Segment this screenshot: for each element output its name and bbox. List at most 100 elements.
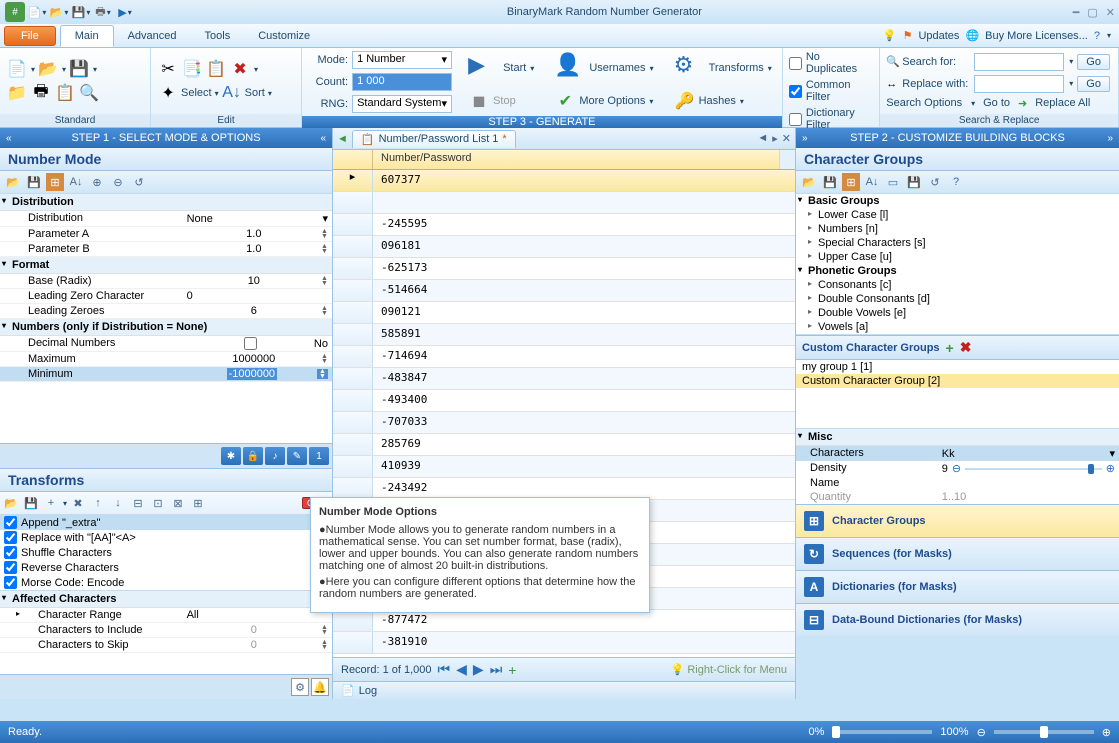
- cat-distribution[interactable]: Distribution: [0, 194, 332, 211]
- chars-skip-input[interactable]: 0▲▼: [183, 638, 332, 652]
- search-input[interactable]: [974, 53, 1064, 71]
- custom-group-item[interactable]: my group 1 [1]: [796, 360, 1119, 374]
- search-go-button[interactable]: Go: [1077, 54, 1110, 70]
- replace-input[interactable]: [974, 75, 1064, 93]
- nav-first-icon[interactable]: ⏮: [438, 661, 451, 678]
- zoom-out-icon[interactable]: ⊖: [977, 726, 986, 739]
- chars-include-input[interactable]: 0▲▼: [183, 623, 332, 637]
- tb-collapse-icon[interactable]: ⊖: [109, 173, 127, 191]
- cat-affected[interactable]: Affected Characters: [0, 591, 332, 608]
- start-button[interactable]: Start: [503, 62, 526, 74]
- cat-misc[interactable]: Misc: [796, 429, 1119, 446]
- name-input[interactable]: [942, 477, 1115, 489]
- tree-item[interactable]: Numbers [n]: [796, 222, 1119, 236]
- tree-item[interactable]: Vowels [a]: [796, 320, 1119, 334]
- buy-link[interactable]: Buy More Licenses...: [985, 30, 1088, 42]
- table-row[interactable]: -483847: [333, 368, 795, 390]
- tree-phonetic[interactable]: Phonetic Groups: [796, 264, 1119, 278]
- gear-icon[interactable]: ⚙: [291, 678, 309, 696]
- log-bar[interactable]: 📄Log: [333, 681, 795, 699]
- print-icon[interactable]: 🖶: [30, 82, 52, 104]
- density-input[interactable]: 9 ⊖⊕: [942, 462, 1115, 475]
- tab-list1[interactable]: 📋Number/Password List 1*: [352, 130, 516, 148]
- rt-disk-icon[interactable]: 💾: [905, 173, 923, 191]
- leading-zeroes-input[interactable]: 6▲▼: [183, 304, 332, 318]
- nav-prev-icon[interactable]: ◀: [456, 661, 467, 678]
- sort-icon[interactable]: A↓: [221, 82, 243, 104]
- save-icon[interactable]: 💾: [68, 58, 90, 80]
- nav-last-icon[interactable]: ⏭: [490, 661, 503, 678]
- tt-i1-icon[interactable]: ⊟: [129, 494, 147, 512]
- distribution-select[interactable]: None▾: [183, 211, 332, 226]
- rt-save-icon[interactable]: 💾: [821, 173, 839, 191]
- footer-btn-note[interactable]: ♪: [265, 447, 285, 465]
- grid-corner[interactable]: [333, 150, 373, 169]
- qat-open-icon[interactable]: 📂▾: [49, 2, 69, 22]
- param-b-input[interactable]: 1.0▲▼: [183, 242, 332, 256]
- leading-zero-char-input[interactable]: 0: [183, 289, 332, 303]
- maximize-icon[interactable]: ▢: [1087, 6, 1097, 19]
- tb-cat-icon[interactable]: ⊞: [46, 173, 64, 191]
- table-row[interactable]: -245595: [333, 214, 795, 236]
- table-row[interactable]: -493400: [333, 390, 795, 412]
- table-row[interactable]: 585891: [333, 324, 795, 346]
- rt-sort-icon[interactable]: A↓: [863, 173, 881, 191]
- acc-char-groups[interactable]: ⊞Character Groups: [796, 504, 1119, 537]
- tab-left-icon[interactable]: ◄: [337, 133, 348, 145]
- tt-i3-icon[interactable]: ⊠: [169, 494, 187, 512]
- open-icon[interactable]: 📂: [37, 58, 59, 80]
- tree-item[interactable]: Special Characters [s]: [796, 236, 1119, 250]
- footer-btn-star[interactable]: ✱: [221, 447, 241, 465]
- bell-icon[interactable]: 🔔: [311, 678, 329, 696]
- new-icon[interactable]: 📄: [6, 58, 28, 80]
- tt-i2-icon[interactable]: ⊡: [149, 494, 167, 512]
- transforms-button[interactable]: Transforms: [709, 62, 764, 74]
- stop-button[interactable]: Stop: [493, 95, 516, 107]
- zoom-in-icon[interactable]: ⊕: [1102, 726, 1111, 739]
- footer-btn-lock[interactable]: 🔒: [243, 447, 263, 465]
- zoom-slider[interactable]: [994, 730, 1094, 734]
- acc-databound[interactable]: ⊟Data-Bound Dictionaries (for Masks): [796, 603, 1119, 636]
- cat-format[interactable]: Format: [0, 257, 332, 274]
- tab-next-icon[interactable]: ▸: [772, 132, 778, 145]
- trans-item[interactable]: Shuffle Characters: [0, 545, 332, 560]
- common-filter-check[interactable]: [789, 85, 802, 98]
- rt-reset-icon[interactable]: ↺: [926, 173, 944, 191]
- tree-item[interactable]: Double Consonants [d]: [796, 292, 1119, 306]
- cursor-icon[interactable]: ✦: [157, 82, 179, 104]
- tb-sort-icon[interactable]: A↓: [67, 173, 85, 191]
- usernames-button[interactable]: Usernames: [589, 62, 645, 74]
- qat-save-icon[interactable]: 💾▾: [71, 2, 91, 22]
- tt-add-icon[interactable]: +: [42, 494, 60, 512]
- updates-link[interactable]: Updates: [918, 30, 959, 42]
- rt-open-icon[interactable]: 📂: [800, 173, 818, 191]
- grid-col-header[interactable]: Number/Password: [373, 150, 779, 169]
- paste-icon[interactable]: 📋: [205, 58, 227, 80]
- param-a-input[interactable]: 1.0▲▼: [183, 227, 332, 241]
- trans-item[interactable]: Append "_extra": [0, 515, 332, 530]
- minimize-icon[interactable]: ━: [1073, 6, 1080, 19]
- tt-del-icon[interactable]: ✖: [69, 494, 87, 512]
- tb-folder-icon[interactable]: 📂: [4, 173, 22, 191]
- base-input[interactable]: 10▲▼: [183, 274, 332, 288]
- custom-group-item[interactable]: Custom Character Group [2]: [796, 374, 1119, 388]
- tree-basic[interactable]: Basic Groups: [796, 194, 1119, 208]
- goto-button[interactable]: Go to: [983, 97, 1010, 109]
- delete-icon[interactable]: ✖: [229, 58, 251, 80]
- tree-item[interactable]: Lower Case [l]: [796, 208, 1119, 222]
- tt-save-icon[interactable]: 💾: [22, 494, 40, 512]
- select-button[interactable]: Select: [181, 87, 212, 99]
- add-group-icon[interactable]: +: [946, 340, 954, 356]
- table-row[interactable]: 410939: [333, 456, 795, 478]
- decimal-select[interactable]: No: [183, 336, 332, 351]
- folder-icon[interactable]: 📁: [6, 82, 28, 104]
- acc-dictionaries[interactable]: ADictionaries (for Masks): [796, 570, 1119, 603]
- tab-customize[interactable]: Customize: [244, 26, 324, 46]
- tt-i4-icon[interactable]: ⊞: [189, 494, 207, 512]
- trans-item[interactable]: Replace with "[AA]"<A>: [0, 530, 332, 545]
- minimum-input[interactable]: -1000000▲▼: [183, 367, 332, 381]
- count-input[interactable]: 1 000: [352, 73, 452, 91]
- tt-down-icon[interactable]: ↓: [109, 494, 127, 512]
- hashes-button[interactable]: Hashes: [699, 95, 736, 107]
- acc-sequences[interactable]: ↻Sequences (for Masks): [796, 537, 1119, 570]
